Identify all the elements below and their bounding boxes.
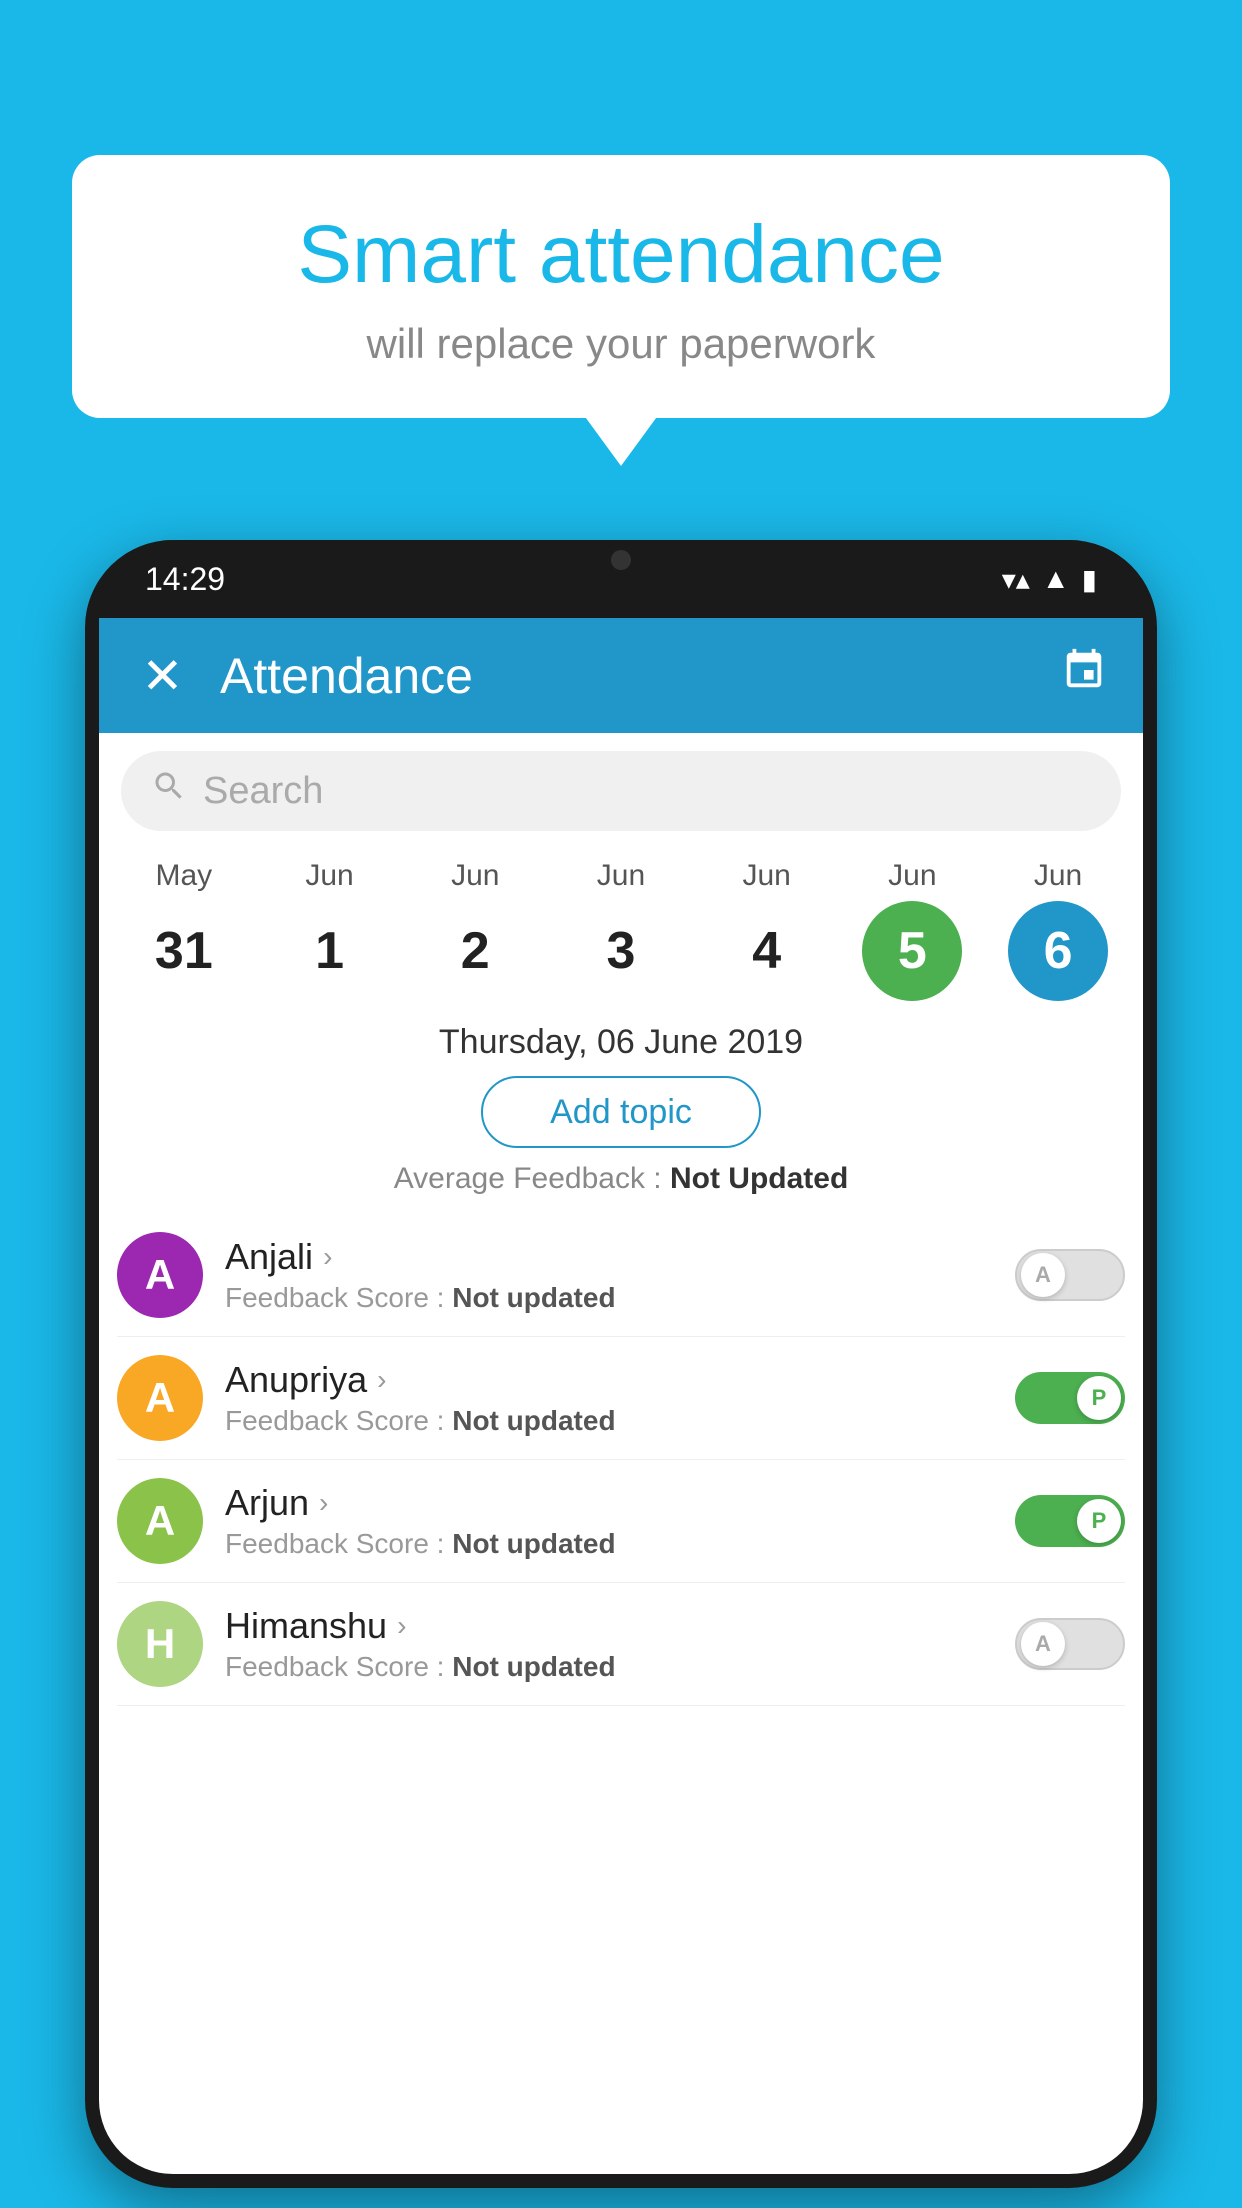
feedback-score: Feedback Score : Not updated	[225, 1282, 993, 1314]
search-icon	[151, 768, 187, 814]
toggle-container[interactable]: P	[1015, 1372, 1125, 1424]
student-name: Himanshu ›	[225, 1605, 993, 1647]
attendance-toggle[interactable]: A	[1015, 1618, 1125, 1670]
status-time: 14:29	[145, 561, 225, 598]
student-info: Arjun › Feedback Score : Not updated	[225, 1482, 993, 1560]
avatar: A	[117, 1232, 203, 1318]
calendar-day-0[interactable]: May 31	[124, 859, 244, 1001]
toggle-knob: P	[1077, 1376, 1121, 1420]
calendar-icon[interactable]	[1061, 647, 1107, 704]
avatar: A	[117, 1355, 203, 1441]
toggle-container[interactable]: P	[1015, 1495, 1125, 1547]
student-item-2[interactable]: A Arjun › Feedback Score : Not updated P	[117, 1460, 1125, 1583]
cal-month: Jun	[1034, 859, 1082, 893]
cal-num[interactable]: 1	[280, 901, 380, 1001]
notch-camera	[611, 550, 631, 570]
notch	[561, 540, 681, 580]
phone-wrapper: 14:29 ▾▴ ▲ ▮ ✕ Attendance	[85, 540, 1157, 2188]
toggle-knob: A	[1021, 1622, 1065, 1666]
wifi-icon: ▾▴	[1002, 563, 1030, 596]
chevron-icon: ›	[319, 1487, 328, 1519]
phone: 14:29 ▾▴ ▲ ▮ ✕ Attendance	[85, 540, 1157, 2188]
app-bar: ✕ Attendance	[99, 618, 1143, 733]
status-bar: 14:29 ▾▴ ▲ ▮	[85, 540, 1157, 618]
calendar-day-4[interactable]: Jun 4	[707, 859, 827, 1001]
cal-num[interactable]: 3	[571, 901, 671, 1001]
calendar-day-3[interactable]: Jun 3	[561, 859, 681, 1001]
cal-num[interactable]: 6	[1008, 901, 1108, 1001]
search-placeholder: Search	[203, 770, 323, 813]
student-info: Himanshu › Feedback Score : Not updated	[225, 1605, 993, 1683]
date-label: Thursday, 06 June 2019	[99, 1001, 1143, 1076]
chevron-icon: ›	[397, 1610, 406, 1642]
speech-bubble: Smart attendance will replace your paper…	[72, 155, 1170, 418]
close-button[interactable]: ✕	[135, 647, 190, 705]
average-feedback: Average Feedback : Not Updated	[99, 1148, 1143, 1214]
bubble-title: Smart attendance	[132, 210, 1110, 300]
student-info: Anjali › Feedback Score : Not updated	[225, 1236, 993, 1314]
toggle-container[interactable]: A	[1015, 1249, 1125, 1301]
status-icons: ▾▴ ▲ ▮	[1002, 563, 1097, 596]
avg-feedback-label: Average Feedback :	[394, 1162, 670, 1195]
calendar-day-1[interactable]: Jun 1	[270, 859, 390, 1001]
calendar-day-5[interactable]: Jun 5	[852, 859, 972, 1001]
cal-num[interactable]: 4	[717, 901, 817, 1001]
student-name: Anupriya ›	[225, 1359, 993, 1401]
battery-icon: ▮	[1082, 563, 1097, 596]
cal-num[interactable]: 5	[862, 901, 962, 1001]
cal-month: Jun	[597, 859, 645, 893]
phone-screen: ✕ Attendance Search May31Jun1Jun2Ju	[99, 618, 1143, 2174]
chevron-icon: ›	[323, 1241, 332, 1273]
student-name: Anjali ›	[225, 1236, 993, 1278]
attendance-toggle[interactable]: P	[1015, 1495, 1125, 1547]
student-info: Anupriya › Feedback Score : Not updated	[225, 1359, 993, 1437]
cal-month: Jun	[305, 859, 353, 893]
search-bar[interactable]: Search	[121, 751, 1121, 831]
toggle-container[interactable]: A	[1015, 1618, 1125, 1670]
feedback-score: Feedback Score : Not updated	[225, 1405, 993, 1437]
chevron-icon: ›	[377, 1364, 386, 1396]
student-item-3[interactable]: H Himanshu › Feedback Score : Not updated A	[117, 1583, 1125, 1706]
avatar: H	[117, 1601, 203, 1687]
student-list: AAnjali ›Feedback Score : Not updatedAAA…	[99, 1214, 1143, 1706]
feedback-score: Feedback Score : Not updated	[225, 1528, 993, 1560]
bubble-subtitle: will replace your paperwork	[132, 320, 1110, 368]
cal-month: Jun	[451, 859, 499, 893]
app-bar-title: Attendance	[220, 647, 1031, 705]
cal-month: Jun	[888, 859, 936, 893]
calendar-day-6[interactable]: Jun 6	[998, 859, 1118, 1001]
calendar-day-2[interactable]: Jun 2	[415, 859, 535, 1001]
student-name: Arjun ›	[225, 1482, 993, 1524]
attendance-toggle[interactable]: P	[1015, 1372, 1125, 1424]
cal-num[interactable]: 2	[425, 901, 525, 1001]
calendar-strip: May 31 Jun 1 Jun 2 Jun 3 Jun 4 Jun 5 Jun 6	[99, 849, 1143, 1001]
student-item-0[interactable]: A Anjali › Feedback Score : Not updated A	[117, 1214, 1125, 1337]
toggle-knob: A	[1021, 1253, 1065, 1297]
cal-month: May	[156, 859, 213, 893]
avatar: A	[117, 1478, 203, 1564]
cal-num[interactable]: 31	[134, 901, 234, 1001]
attendance-toggle[interactable]: A	[1015, 1249, 1125, 1301]
toggle-knob: P	[1077, 1499, 1121, 1543]
cal-month: Jun	[742, 859, 790, 893]
feedback-score: Feedback Score : Not updated	[225, 1651, 993, 1683]
avg-feedback-value: Not Updated	[670, 1162, 848, 1195]
add-topic-button[interactable]: Add topic	[481, 1076, 761, 1148]
signal-icon: ▲	[1042, 563, 1070, 595]
student-item-1[interactable]: A Anupriya › Feedback Score : Not updated P	[117, 1337, 1125, 1460]
